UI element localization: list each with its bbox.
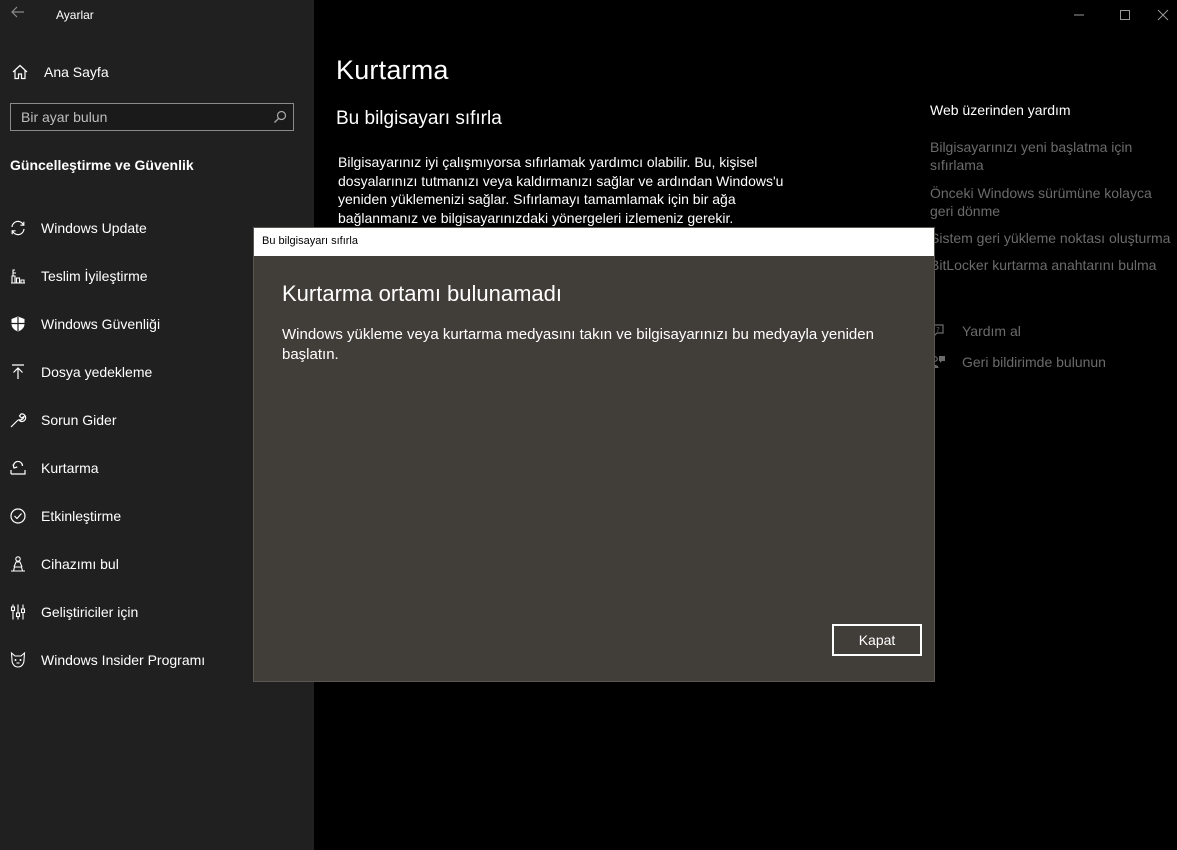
wrench-icon bbox=[9, 411, 27, 429]
page-title: Kurtarma bbox=[336, 55, 449, 85]
search-input[interactable] bbox=[21, 109, 261, 125]
sync-icon bbox=[9, 219, 27, 237]
shield-icon bbox=[9, 315, 27, 333]
person-location-icon bbox=[9, 555, 27, 573]
upload-arrow-icon bbox=[9, 363, 27, 381]
help-link-reset-pc[interactable]: Bilgisayarınızı yeni başlatma için sıfır… bbox=[930, 138, 1175, 174]
sidebar-item-label: Kurtarma bbox=[41, 460, 99, 476]
section-heading: Bu bilgisayarı sıfırla bbox=[336, 108, 502, 129]
sidebar-item-label: Cihazımı bul bbox=[41, 556, 119, 572]
help-link-previous-version[interactable]: Önceki Windows sürümüne kolayca geri dön… bbox=[930, 184, 1175, 220]
delivery-icon bbox=[9, 267, 27, 285]
sidebar-item-label: Windows Insider Programı bbox=[41, 652, 206, 668]
get-help-label: Yardım al bbox=[962, 323, 1021, 339]
back-arrow-icon[interactable] bbox=[10, 4, 30, 24]
search-icon[interactable] bbox=[273, 110, 287, 124]
app-title: Ayarlar bbox=[56, 8, 94, 22]
close-dialog-button[interactable]: Kapat bbox=[832, 624, 922, 656]
sidebar-item-label: Dosya yedekleme bbox=[41, 364, 153, 380]
developer-sliders-icon bbox=[9, 603, 27, 621]
close-icon bbox=[1157, 9, 1168, 21]
feedback-link[interactable]: Geri bildirimde bulunun bbox=[930, 352, 1106, 372]
dialog-heading: Kurtarma ortamı bulunamadı bbox=[282, 281, 563, 306]
help-link-restore-point[interactable]: Sistem geri yükleme noktası oluşturma bbox=[930, 229, 1175, 247]
maximize-icon bbox=[1120, 10, 1130, 20]
dialog-message: Windows yükleme veya kurtarma medyasını … bbox=[282, 326, 874, 363]
sidebar-item-label: Geliştiriciler için bbox=[41, 604, 139, 620]
close-window-button[interactable] bbox=[1148, 0, 1177, 30]
dialog-titlebar: Bu bilgisayarı sıfırla bbox=[254, 228, 934, 256]
sidebar-item-home[interactable]: Ana Sayfa bbox=[0, 56, 314, 88]
section-title: Güncelleştirme ve Güvenlik bbox=[10, 157, 194, 173]
help-link-bitlocker[interactable]: BitLocker kurtarma anahtarını bulma bbox=[930, 256, 1175, 274]
sidebar-item-label: Etkinleştirme bbox=[41, 508, 122, 524]
sidebar-item-label: Windows Update bbox=[41, 220, 147, 236]
home-icon bbox=[12, 64, 28, 80]
svg-text:?: ? bbox=[936, 326, 940, 334]
section-description: Bilgisayarınız iyi çalışmıyorsa sıfırlam… bbox=[338, 154, 784, 226]
maximize-button[interactable] bbox=[1102, 0, 1148, 30]
insider-cat-icon bbox=[9, 651, 27, 669]
feedback-label: Geri bildirimde bulunun bbox=[962, 354, 1106, 370]
sidebar-item-label: Windows Güvenliği bbox=[41, 316, 161, 332]
check-circle-icon bbox=[9, 507, 27, 525]
search-box[interactable] bbox=[10, 103, 294, 131]
reset-pc-dialog: Bu bilgisayarı sıfırla Kurtarma ortamı b… bbox=[254, 228, 934, 681]
recovery-icon bbox=[9, 459, 27, 477]
sidebar-item-label: Sorun Gider bbox=[41, 412, 117, 428]
sidebar-item-label: Teslim İyileştirme bbox=[41, 268, 148, 284]
get-help-link[interactable]: ? Yardım al bbox=[930, 321, 1021, 341]
help-title: Web üzerinden yardım bbox=[930, 102, 1071, 118]
minimize-icon bbox=[1074, 14, 1084, 16]
home-label: Ana Sayfa bbox=[44, 64, 109, 80]
minimize-button[interactable] bbox=[1056, 0, 1102, 30]
dialog-title: Bu bilgisayarı sıfırla bbox=[262, 235, 358, 247]
